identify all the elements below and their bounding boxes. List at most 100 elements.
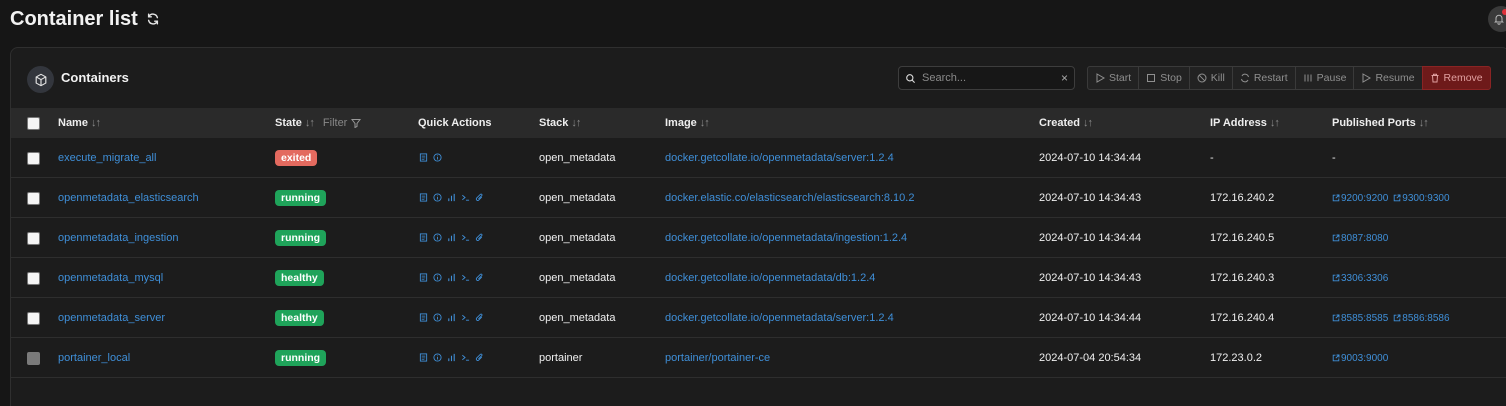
table-row: openmetadata_elasticsearch running open_me… — [11, 178, 1506, 218]
published-port-link[interactable]: 3306:3306 — [1332, 273, 1388, 284]
start-button[interactable]: Start — [1087, 66, 1140, 90]
image-column-header[interactable]: Image ↓↑ — [665, 108, 710, 138]
published-port-link[interactable]: 8586:8586 — [1393, 313, 1450, 324]
row-checkbox[interactable] — [27, 351, 40, 365]
logs-icon[interactable] — [419, 193, 428, 203]
stack-header-label: Stack — [539, 117, 569, 129]
search-box[interactable]: × — [898, 66, 1075, 90]
sort-icon[interactable]: ↓↑ — [700, 117, 710, 129]
refresh-icon[interactable] — [146, 12, 160, 26]
row-checkbox[interactable] — [27, 151, 40, 165]
logs-icon[interactable] — [419, 273, 428, 283]
restart-button[interactable]: Restart — [1231, 66, 1296, 90]
console-icon[interactable] — [461, 193, 470, 203]
inspect-icon[interactable] — [433, 313, 442, 323]
container-name-link[interactable]: openmetadata_ingestion — [58, 232, 178, 244]
sort-icon[interactable]: ↓↑ — [1083, 117, 1093, 129]
port-mapping: 9200:9200 — [1341, 192, 1389, 204]
state-column-header[interactable]: State ↓↑ Filter — [275, 108, 362, 138]
attach-icon[interactable] — [475, 193, 484, 203]
published-port-link[interactable]: 9200:9200 — [1332, 193, 1388, 204]
port-mapping: 8087:8080 — [1341, 232, 1389, 244]
port-mapping: 9003:9000 — [1341, 352, 1389, 364]
container-name-link[interactable]: openmetadata_elasticsearch — [58, 192, 199, 204]
inspect-icon[interactable] — [433, 353, 442, 363]
console-icon[interactable] — [461, 353, 470, 363]
image-link[interactable]: docker.getcollate.io/openmetadata/ingest… — [665, 232, 907, 244]
sort-icon[interactable]: ↓↑ — [91, 117, 101, 129]
inspect-icon[interactable] — [433, 193, 442, 203]
row-checkbox[interactable] — [27, 271, 40, 285]
stats-icon[interactable] — [447, 353, 456, 363]
name-column-header[interactable]: Name ↓↑ — [58, 108, 101, 138]
notifications-bell-icon[interactable] — [1488, 6, 1506, 32]
container-name-link[interactable]: openmetadata_server — [58, 312, 165, 324]
ip-column-header[interactable]: IP Address ↓↑ — [1210, 108, 1280, 138]
stats-icon[interactable] — [447, 313, 456, 323]
logs-icon[interactable] — [419, 313, 428, 323]
kill-button[interactable]: Kill — [1188, 66, 1233, 90]
sort-icon[interactable]: ↓↑ — [571, 117, 581, 129]
logs-icon[interactable] — [419, 153, 428, 163]
select-all-box[interactable] — [27, 116, 40, 130]
row-checkbox[interactable] — [27, 231, 40, 245]
ip-address: 172.16.240.4 — [1210, 312, 1275, 324]
state-filter[interactable]: Filter — [322, 117, 362, 129]
published-port-link[interactable]: 8585:8585 — [1332, 313, 1388, 324]
state-badge: healthy — [275, 310, 324, 326]
inspect-icon[interactable] — [433, 153, 442, 163]
quick-actions — [419, 153, 442, 163]
sort-icon[interactable]: ↓↑ — [1270, 117, 1280, 129]
quick-actions — [419, 353, 484, 363]
ip-address: 172.16.240.3 — [1210, 272, 1275, 284]
remove-label: Remove — [1443, 72, 1483, 84]
stack-column-header[interactable]: Stack ↓↑ — [539, 108, 581, 138]
select-all-checkbox[interactable] — [27, 108, 40, 138]
attach-icon[interactable] — [475, 353, 484, 363]
stats-icon[interactable] — [447, 273, 456, 283]
console-icon[interactable] — [461, 273, 470, 283]
image-link[interactable]: docker.getcollate.io/openmetadata/server… — [665, 312, 894, 324]
clear-search-icon[interactable]: × — [1061, 71, 1068, 85]
panel-title: Containers — [61, 70, 129, 85]
container-name-link[interactable]: portainer_local — [58, 352, 130, 364]
ports-column-header[interactable]: Published Ports ↓↑ — [1332, 108, 1429, 138]
remove-button[interactable]: Remove — [1421, 66, 1491, 90]
state-badge: running — [275, 230, 327, 246]
row-checkbox[interactable] — [27, 311, 40, 325]
inspect-icon[interactable] — [433, 233, 442, 243]
attach-icon[interactable] — [475, 233, 484, 243]
container-name-link[interactable]: execute_migrate_all — [58, 152, 156, 164]
published-port-link[interactable]: 9300:9300 — [1393, 193, 1450, 204]
attach-icon[interactable] — [475, 313, 484, 323]
image-link[interactable]: docker.getcollate.io/openmetadata/server… — [665, 152, 894, 164]
ip-address: 172.23.0.2 — [1210, 352, 1262, 364]
row-checkbox[interactable] — [27, 191, 40, 205]
table-row: portainer_local running portainer portainer… — [11, 338, 1506, 378]
pause-button[interactable]: Pause — [1294, 66, 1355, 90]
published-port-link[interactable]: 9003:9000 — [1332, 353, 1388, 364]
search-input[interactable] — [922, 72, 1055, 84]
console-icon[interactable] — [461, 313, 470, 323]
table-row: openmetadata_server healthy open_metadata d… — [11, 298, 1506, 338]
console-icon[interactable] — [461, 233, 470, 243]
resume-button[interactable]: Resume — [1353, 66, 1423, 90]
table-row: execute_migrate_all exited open_metadata do… — [11, 138, 1506, 178]
inspect-icon[interactable] — [433, 273, 442, 283]
published-port-link[interactable]: 8087:8080 — [1332, 233, 1388, 244]
image-link[interactable]: docker.elastic.co/elasticsearch/elastics… — [665, 192, 914, 204]
port-mapping: 8585:8585 — [1341, 312, 1389, 324]
attach-icon[interactable] — [475, 273, 484, 283]
logs-icon[interactable] — [419, 233, 428, 243]
filter-label: Filter — [322, 117, 348, 129]
image-link[interactable]: portainer/portainer-ce — [665, 352, 770, 364]
created-column-header[interactable]: Created ↓↑ — [1039, 108, 1093, 138]
sort-icon[interactable]: ↓↑ — [1419, 117, 1429, 129]
sort-icon[interactable]: ↓↑ — [305, 117, 315, 129]
logs-icon[interactable] — [419, 353, 428, 363]
stop-button[interactable]: Stop — [1138, 66, 1190, 90]
stats-icon[interactable] — [447, 193, 456, 203]
stats-icon[interactable] — [447, 233, 456, 243]
image-link[interactable]: docker.getcollate.io/openmetadata/db:1.2… — [665, 272, 875, 284]
container-name-link[interactable]: openmetadata_mysql — [58, 272, 163, 284]
